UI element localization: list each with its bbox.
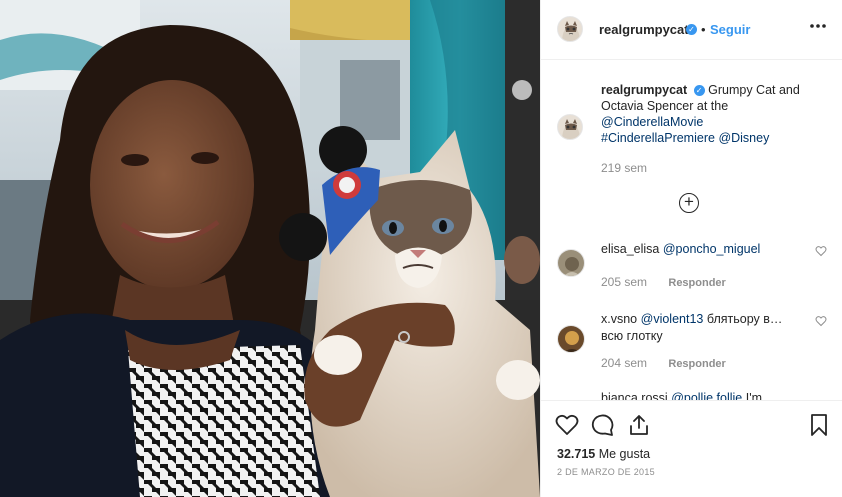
comment-like-heart-icon[interactable] bbox=[815, 245, 827, 257]
user-avatar-icon bbox=[558, 250, 584, 276]
more-options-icon[interactable] bbox=[810, 16, 826, 40]
caption-avatar[interactable] bbox=[557, 114, 583, 140]
likes-label: Me gusta bbox=[598, 447, 651, 461]
caption-timestamp[interactable]: 219 sem bbox=[601, 161, 647, 175]
grumpy-cat-avatar-icon bbox=[558, 17, 582, 41]
comment-item: elisa_elisa @poncho_miguel 205 sem Respo… bbox=[557, 241, 829, 291]
bookmark-icon[interactable] bbox=[807, 413, 831, 437]
comment-username[interactable]: bianca.rossi bbox=[601, 391, 668, 400]
comment-icon[interactable] bbox=[591, 413, 615, 437]
plus-circle-icon: + bbox=[684, 192, 694, 211]
ellipsis-icon bbox=[810, 24, 826, 28]
comment-mention-link[interactable]: @pollie.follie bbox=[671, 391, 742, 400]
comment-item: x.vsno @violent13 блятьору в… всю глотку… bbox=[557, 311, 829, 375]
comment-username[interactable]: elisa_elisa bbox=[601, 242, 659, 256]
comment-username[interactable]: x.vsno bbox=[601, 312, 637, 326]
separator-dot: • bbox=[701, 22, 706, 37]
caption-username[interactable]: realgrumpycat bbox=[601, 83, 687, 97]
follow-button[interactable]: Seguir bbox=[710, 22, 750, 37]
post-date[interactable]: 2 DE MARZO DE 2015 bbox=[557, 467, 655, 477]
comment-timestamp[interactable]: 204 sem bbox=[601, 356, 647, 370]
comment-mention-link[interactable]: @poncho_miguel bbox=[663, 242, 760, 256]
share-icon[interactable] bbox=[627, 413, 651, 437]
comment-mention-link[interactable]: @violent13 bbox=[641, 312, 704, 326]
comment-text: x.vsno @violent13 блятьору в… всю глотку bbox=[601, 311, 806, 345]
comment-timestamp[interactable]: 205 sem bbox=[601, 275, 647, 289]
likes-count[interactable]: 32.715 Me gusta bbox=[557, 447, 650, 461]
caption-hashtag-link[interactable]: #CinderellaPremiere bbox=[601, 131, 715, 145]
grumpy-cat-avatar-icon bbox=[558, 115, 582, 139]
comment-text: elisa_elisa @poncho_miguel bbox=[601, 241, 806, 258]
load-more-comments-button[interactable]: + bbox=[679, 193, 699, 213]
caption-disney-link[interactable]: @Disney bbox=[718, 131, 769, 145]
photo-illustration bbox=[0, 0, 540, 497]
post-actions-bar: 32.715 Me gusta 2 DE MARZO DE 2015 bbox=[541, 400, 842, 497]
caption-text: realgrumpycat ✓ Grumpy Cat and Octavia S… bbox=[601, 82, 821, 146]
commenter-avatar[interactable] bbox=[557, 325, 585, 353]
post-photo[interactable] bbox=[0, 0, 540, 497]
post-side-panel: realgrumpycat ✓ • Seguir realgrumpycat ✓… bbox=[540, 0, 842, 497]
comments-list[interactable]: realgrumpycat ✓ Grumpy Cat and Octavia S… bbox=[541, 60, 842, 400]
reply-button[interactable]: Responder bbox=[668, 277, 725, 289]
post-header: realgrumpycat ✓ • Seguir bbox=[541, 0, 842, 60]
comment-like-heart-icon[interactable] bbox=[815, 315, 827, 327]
comment-body: блятьору в… bbox=[706, 312, 783, 326]
author-username[interactable]: realgrumpycat bbox=[599, 22, 689, 37]
comment-body: I'm bbox=[745, 391, 763, 400]
comment-meta: 204 sem Responder bbox=[601, 356, 726, 370]
user-avatar-icon bbox=[558, 326, 584, 352]
comment-meta: 205 sem Responder bbox=[601, 275, 726, 289]
partial-comment: bianca.rossi @pollie.follie I'm bbox=[601, 391, 762, 400]
reply-button[interactable]: Responder bbox=[668, 358, 725, 370]
comment-body-line2: всю глотку bbox=[601, 329, 663, 343]
likes-number: 32.715 bbox=[557, 447, 596, 461]
verified-badge-icon: ✓ bbox=[686, 24, 697, 35]
verified-badge-icon: ✓ bbox=[693, 85, 705, 96]
heart-icon[interactable] bbox=[555, 413, 579, 437]
commenter-avatar[interactable] bbox=[557, 249, 585, 277]
caption-mention-link[interactable]: @CinderellaMovie bbox=[601, 115, 703, 129]
author-avatar[interactable] bbox=[557, 16, 583, 42]
